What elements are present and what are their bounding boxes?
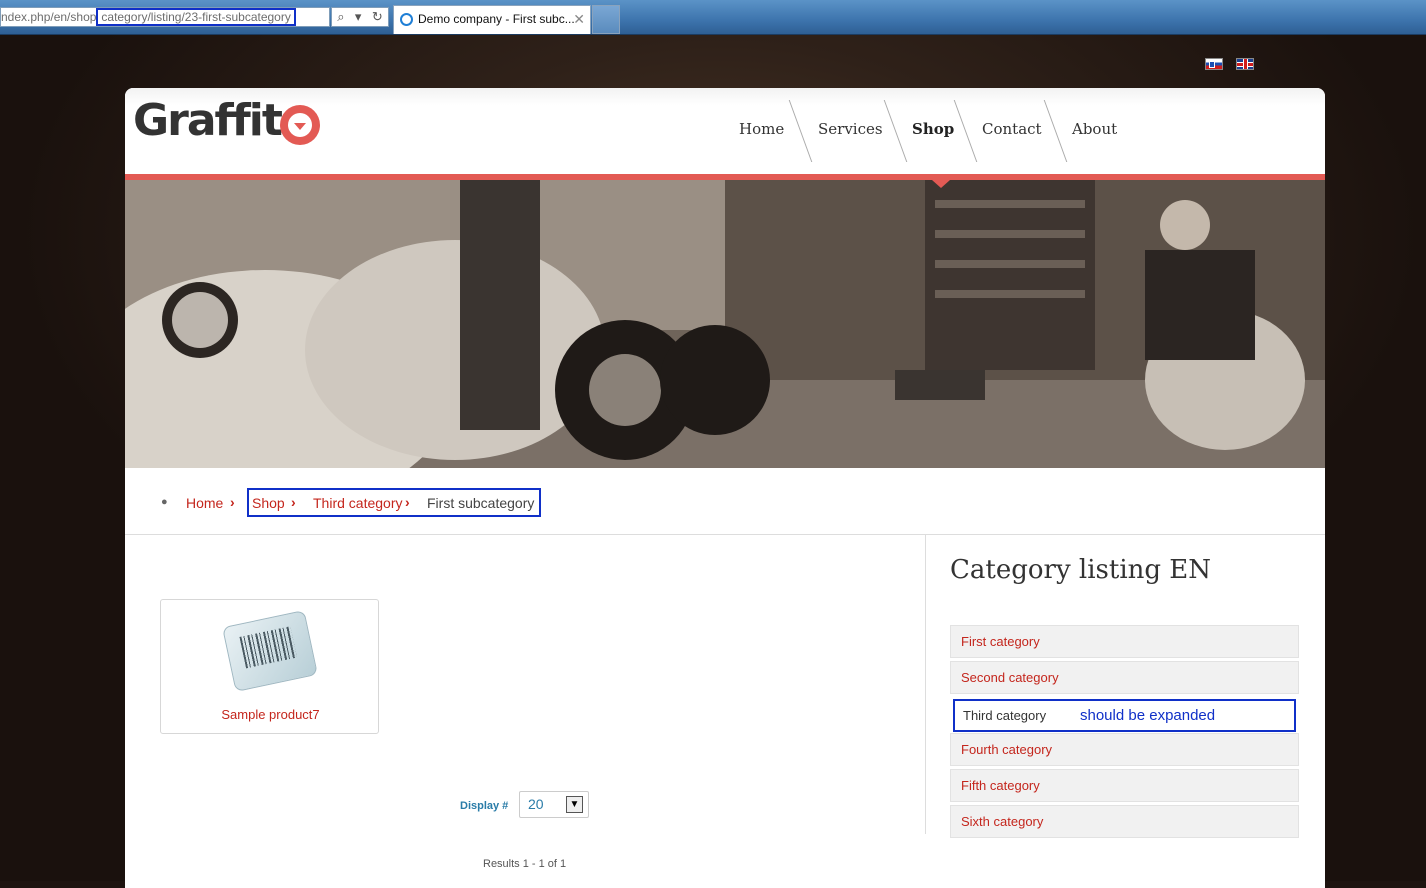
nav-divider	[1043, 100, 1068, 162]
product-card[interactable]: Sample product7	[160, 599, 379, 734]
site-container: Graffit Home Services Shop Contact About	[125, 88, 1325, 888]
nav-services[interactable]: Services	[818, 120, 883, 138]
slovenian-flag-icon[interactable]	[1205, 58, 1223, 70]
nav-divider	[788, 100, 813, 162]
address-tools: ⌕ ▾ ↻	[331, 7, 389, 27]
address-text: ndex.php/en/shop	[1, 10, 97, 24]
browser-tab[interactable]: Demo company - First subc... ✕	[393, 5, 591, 34]
product-name[interactable]: Sample product7	[161, 707, 380, 722]
chevron-right-icon: ›	[230, 494, 235, 510]
category-item[interactable]: Fourth category	[950, 733, 1299, 766]
logo-badge-icon	[280, 105, 320, 145]
category-label: Third category	[963, 708, 1047, 723]
english-flag-icon[interactable]	[1236, 58, 1254, 70]
nav-divider	[953, 100, 978, 162]
address-selected-text: category/listing/23-first-subcategory	[96, 8, 296, 26]
site-logo[interactable]: Graffit	[133, 96, 283, 146]
nav-divider	[883, 100, 908, 162]
category-item[interactable]: Fifth category	[950, 769, 1299, 802]
annotation-note: should be expanded	[1080, 707, 1216, 724]
display-count-value: 20	[528, 796, 544, 812]
sidebar-title: Category listing EN	[950, 555, 1212, 585]
column-divider	[925, 534, 926, 834]
dropdown-icon[interactable]: ▾	[355, 8, 362, 26]
hero-photo	[125, 180, 1325, 468]
category-item-current[interactable]: Third category should be expanded	[953, 699, 1296, 732]
nav-home[interactable]: Home	[739, 120, 784, 138]
active-nav-pointer	[932, 180, 950, 188]
tab-title: Demo company - First subc...	[418, 12, 575, 26]
display-count-select[interactable]: 20 ▼	[519, 791, 589, 818]
nav-shop[interactable]: Shop	[912, 120, 954, 138]
category-item[interactable]: First category	[950, 625, 1299, 658]
category-item[interactable]: Sixth category	[950, 805, 1299, 838]
breadcrumb-highlight-box	[247, 488, 541, 517]
site-header: Graffit Home Services Shop Contact About	[125, 88, 1325, 174]
search-icon[interactable]: ⌕	[337, 8, 344, 26]
browser-toolbar: ndex.php/en/shop category/listing/23-firs…	[0, 0, 1426, 35]
nav-about[interactable]: About	[1072, 120, 1117, 138]
close-icon[interactable]: ✕	[573, 6, 585, 33]
ie-icon	[400, 13, 413, 26]
hero-banner	[125, 180, 1325, 468]
location-pin-icon: ●	[161, 496, 168, 508]
chevron-down-icon[interactable]: ▼	[566, 796, 583, 813]
category-item[interactable]: Second category	[950, 661, 1299, 694]
address-bar[interactable]: ndex.php/en/shop category/listing/23-firs…	[0, 7, 330, 27]
nav-contact[interactable]: Contact	[982, 120, 1042, 138]
refresh-icon[interactable]: ↻	[372, 8, 383, 26]
results-count: Results 1 - 1 of 1	[483, 858, 567, 870]
barcode-icon	[222, 609, 318, 693]
display-count-label: Display #	[460, 800, 509, 812]
new-tab-button[interactable]	[592, 5, 620, 34]
breadcrumb-home[interactable]: Home	[186, 495, 223, 511]
